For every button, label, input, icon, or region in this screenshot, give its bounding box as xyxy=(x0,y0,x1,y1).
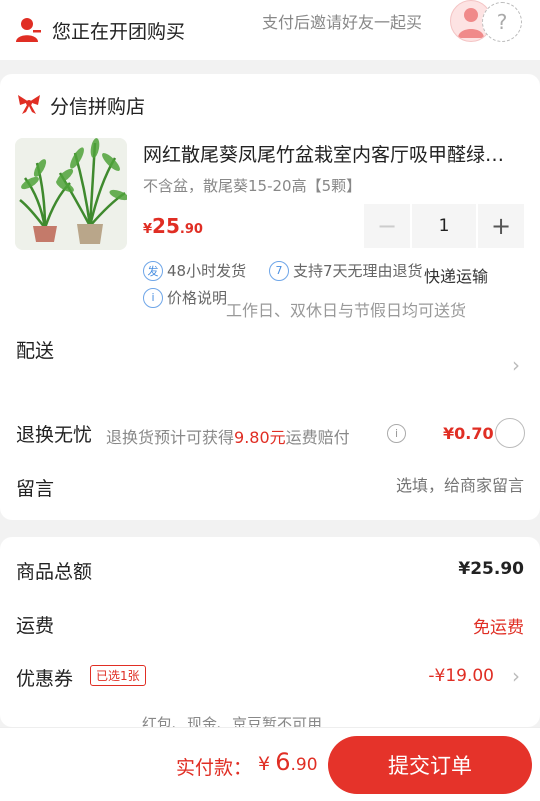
shop-row[interactable]: 分信拼购店 xyxy=(16,92,145,119)
summary-card: 商品总额 ¥25.90 运费 免运费 优惠券 已选1张 -¥19.00 › 红包… xyxy=(0,537,540,727)
quantity-stepper: − 1 + xyxy=(364,204,524,248)
question-mark-icon: ? xyxy=(496,10,508,34)
chevron-right-icon[interactable]: › xyxy=(512,664,520,688)
price-decimal: .90 xyxy=(179,222,203,237)
pay-label: 实付款： xyxy=(176,757,253,779)
shop-icon xyxy=(16,93,42,119)
total-value: ¥25.90 xyxy=(458,559,524,579)
delivery-note: 工作日、双休日与节假日均可送货 xyxy=(226,301,467,320)
invite-hint: 支付后邀请好友一起买 xyxy=(262,13,423,32)
shipping-value: 免运费 xyxy=(473,618,524,638)
submit-order-button[interactable]: 提交订单 xyxy=(328,736,532,794)
return-insurance-label: 退换无忧 xyxy=(16,424,93,446)
return-insurance-desc: 退换货预计可获得9.80元运费赔付 xyxy=(106,424,350,448)
desc-prefix: 退换货预计可获得 xyxy=(106,428,235,447)
ship-badge-icon: 发 xyxy=(143,260,163,281)
seven-day-icon: 7 xyxy=(269,260,289,281)
message-input[interactable] xyxy=(300,476,524,495)
product-image[interactable] xyxy=(15,138,127,250)
return-insurance-radio[interactable] xyxy=(495,418,525,448)
coupon-label: 优惠券 xyxy=(16,668,74,690)
pay-amount: ¥ 6.90 xyxy=(258,748,318,776)
price-explain-link[interactable]: i 价格说明 xyxy=(143,287,227,308)
invite-friend-slot[interactable]: ? xyxy=(482,2,522,42)
increase-quantity-button[interactable]: + xyxy=(478,204,524,248)
service-label: 48小时发货 xyxy=(167,262,247,280)
delivery-method: 快递运输 xyxy=(424,267,489,286)
unavailable-discounts[interactable]: 红包、现金、京豆暂不可用 xyxy=(142,713,322,727)
coupon-value[interactable]: -¥19.00 xyxy=(428,666,494,686)
desc-amount: 9.80元 xyxy=(234,428,286,447)
person-icon xyxy=(14,15,44,45)
quantity-value[interactable]: 1 xyxy=(412,204,476,248)
product-spec: 不含盆，散尾葵15-20高【5颗】 xyxy=(143,177,362,195)
info-icon[interactable]: i xyxy=(387,424,406,443)
delivery-label: 配送 xyxy=(16,340,55,362)
checkout-bar: 实付款： ¥ 6.90 提交订单 xyxy=(0,727,540,801)
pay-currency: ¥ xyxy=(258,753,271,775)
total-label: 商品总额 xyxy=(16,561,93,583)
message-label: 留言 xyxy=(16,478,55,500)
price-integer: 25 xyxy=(152,214,180,238)
price-currency: ¥ xyxy=(143,222,153,237)
pay-integer: 6 xyxy=(275,748,291,776)
service-label: 价格说明 xyxy=(167,289,228,307)
coupon-badge: 已选1张 xyxy=(90,665,146,686)
pay-decimal: .90 xyxy=(290,755,318,775)
product-title[interactable]: 网红散尾葵凤尾竹盆栽室内客厅吸甲醛绿植大型植物 xyxy=(143,140,523,167)
chevron-right-icon: › xyxy=(512,353,520,377)
service-label: 支持7天无理由退货 xyxy=(293,262,423,280)
return-insurance-price: ¥0.70 xyxy=(443,424,494,443)
header-title: 您正在开团购买 xyxy=(52,20,186,43)
info-icon: i xyxy=(143,287,163,308)
shipping-label: 运费 xyxy=(16,615,55,637)
desc-suffix: 运费赔付 xyxy=(285,428,350,447)
decrease-quantity-button[interactable]: − xyxy=(364,204,410,248)
shop-name: 分信拼购店 xyxy=(50,96,146,118)
service-tag-7day: 7 支持7天无理由退货 xyxy=(269,260,423,281)
product-price: ¥25.90 xyxy=(143,214,203,238)
service-tag-48h: 发 48小时发货 xyxy=(143,260,246,281)
